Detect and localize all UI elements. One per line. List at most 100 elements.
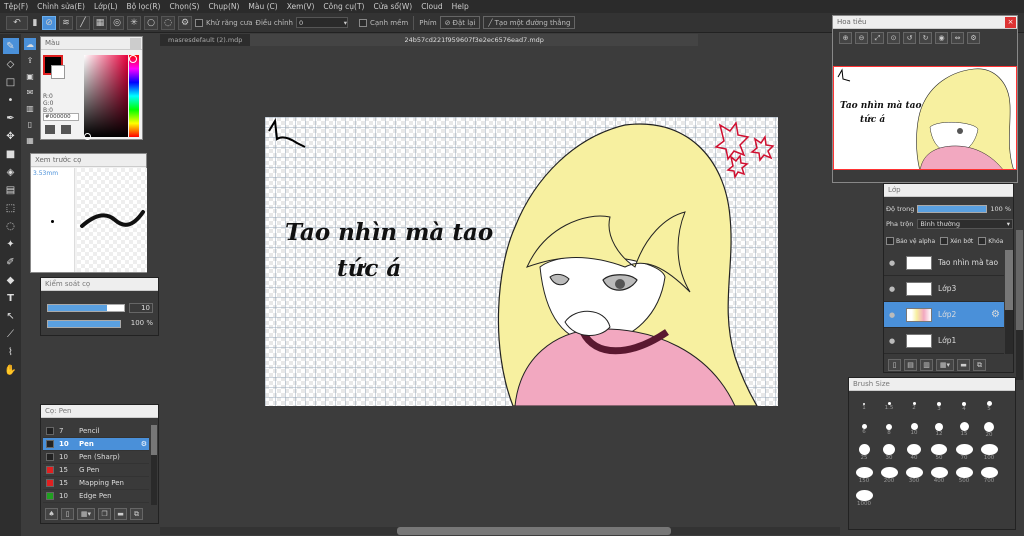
menu-view[interactable]: Xem(V)	[287, 2, 315, 11]
ruler-icon[interactable]: ⟋	[3, 326, 19, 342]
brush-size-option[interactable]: 70	[953, 444, 975, 461]
brush-size-option[interactable]: 150	[853, 467, 875, 484]
brush-size-option[interactable]: 12	[928, 421, 950, 438]
gradient-icon[interactable]: ▤	[3, 182, 19, 198]
pen-list-item[interactable]: 10 Pen ⚙	[43, 438, 149, 451]
document-icon[interactable]: ▯	[24, 118, 36, 130]
canvas-scrollbar-thumb[interactable]	[397, 527, 671, 535]
saturation-value-picker[interactable]	[84, 55, 128, 140]
brush-size-option[interactable]: 700	[978, 467, 1000, 484]
magic-wand-icon[interactable]: ✦	[3, 236, 19, 252]
brush-options-icon[interactable]: ▦▾	[77, 508, 95, 520]
antialias-checkbox[interactable]	[195, 18, 203, 27]
folder-icon[interactable]: ▬	[114, 508, 127, 520]
menu-color[interactable]: Màu (C)	[248, 2, 277, 11]
brush-size-option[interactable]: 1000	[853, 490, 875, 507]
menu-filter[interactable]: Bộ lọc(R)	[127, 2, 161, 11]
chat-icon[interactable]: ✉	[24, 86, 36, 98]
brush-size-option[interactable]: 5	[978, 398, 1000, 415]
fill-rect-icon[interactable]: ■	[3, 146, 19, 162]
new-brush-icon[interactable]: ▯	[61, 508, 74, 520]
menu-tools[interactable]: Công cụ(T)	[323, 2, 364, 11]
menu-select[interactable]: Chọn(S)	[169, 2, 199, 11]
brush-settings-icon[interactable]: ♠	[45, 508, 58, 520]
canvas-text-line1[interactable]: Tao nhìn mà tao	[285, 219, 493, 246]
zoom-out-icon[interactable]: ⊖	[855, 32, 868, 44]
ring-icon[interactable]: ◌	[161, 15, 175, 30]
eyedropper-small-icon[interactable]	[61, 125, 71, 134]
text-icon[interactable]: T	[3, 290, 19, 306]
reset-view-icon[interactable]: ◉	[935, 32, 948, 44]
pen-list-item[interactable]: 15 G Pen	[43, 464, 149, 477]
visibility-icon[interactable]: ●	[884, 285, 900, 293]
brush-size-option[interactable]: 8	[878, 421, 900, 438]
brush-icon[interactable]: ✎	[2, 38, 19, 54]
select-icon[interactable]: ⬚	[3, 200, 19, 216]
brush-size-option[interactable]: 30	[878, 444, 900, 461]
menu-layer[interactable]: Lớp(L)	[94, 2, 118, 11]
brush-opacity-slider[interactable]	[47, 320, 121, 328]
stroke-normal-icon[interactable]: ⊘	[42, 15, 56, 30]
brush-size-option[interactable]: 3	[928, 398, 950, 415]
visibility-icon[interactable]: ●	[884, 311, 900, 319]
visibility-icon[interactable]: ●	[884, 337, 900, 345]
pen-list-item[interactable]: 7 Pencil	[43, 425, 149, 438]
secondary-color-swatch[interactable]	[51, 65, 65, 79]
add-layer-menu-icon[interactable]: ▦▾	[936, 359, 954, 371]
move-icon[interactable]: ✥	[3, 128, 19, 144]
pen-icon[interactable]: ✒	[3, 110, 19, 126]
brush-size-option[interactable]: 15	[953, 421, 975, 438]
fit-icon[interactable]: ⤢	[871, 32, 884, 44]
grid-icon[interactable]: ▦	[93, 15, 107, 30]
layers-icon[interactable]: ▥	[24, 102, 36, 114]
menu-file[interactable]: Tệp(F)	[4, 2, 28, 11]
brush-size-value[interactable]: 10	[129, 303, 153, 313]
menu-capture[interactable]: Chụp(N)	[208, 2, 239, 11]
layer-settings-icon[interactable]: ⚙	[991, 309, 1000, 320]
brush-size-option[interactable]: 40	[903, 444, 925, 461]
clipping-checkbox[interactable]	[940, 237, 949, 245]
copy-icon[interactable]: ⧉	[130, 508, 143, 520]
dot-icon[interactable]: •	[3, 92, 19, 108]
hand-icon[interactable]: ✋	[3, 362, 19, 378]
menu-edit[interactable]: Chỉnh sửa(E)	[37, 2, 85, 11]
drag-handle-icon[interactable]: ▮	[31, 16, 39, 30]
adjust-select[interactable]: 0 ▾	[296, 17, 348, 28]
layer-row[interactable]: ● Tao nhìn mà tao	[884, 250, 1004, 276]
rect-select-icon[interactable]: □	[3, 74, 19, 90]
layer-scrollbar[interactable]	[1005, 250, 1013, 354]
bucket-icon[interactable]: ◈	[3, 164, 19, 180]
layer-scrollbar-thumb[interactable]	[1005, 250, 1013, 310]
layer-folder-icon[interactable]: ▬	[957, 359, 970, 371]
image-icon[interactable]: ▣	[24, 70, 36, 82]
new-8bit-layer-icon[interactable]: ▥	[920, 359, 933, 371]
radial-icon[interactable]: ✳	[127, 15, 141, 30]
right-scrollbar-thumb[interactable]	[1016, 230, 1023, 330]
hex-input[interactable]: #000000	[43, 113, 79, 121]
brush-size-slider[interactable]	[47, 304, 125, 312]
eraser-icon[interactable]: ◇	[3, 56, 19, 72]
panel-close-icon[interactable]	[130, 37, 141, 49]
protect-alpha-checkbox[interactable]	[886, 237, 894, 245]
brush-size-option[interactable]: 100	[978, 444, 1000, 461]
menu-window[interactable]: Cửa sổ(W)	[373, 2, 412, 11]
canvas-horizontal-scrollbar[interactable]	[160, 527, 840, 535]
color-mode-icon[interactable]	[45, 125, 55, 134]
brush-opacity-value[interactable]: 100 %	[125, 319, 153, 327]
menu-cloud[interactable]: Cloud	[421, 2, 442, 11]
hue-slider[interactable]	[129, 55, 139, 137]
circle-icon[interactable]: ○	[144, 15, 158, 30]
layer-row[interactable]: ● Lớp3	[884, 276, 1004, 302]
export-icon[interactable]: ⇪	[24, 54, 36, 66]
zoom-in-icon[interactable]: ⊕	[839, 32, 852, 44]
blend-select[interactable]: Bình thường ▾	[917, 219, 1013, 229]
visibility-icon[interactable]: ●	[884, 259, 900, 267]
actual-size-icon[interactable]: ⊙	[887, 32, 900, 44]
gear-icon[interactable]: ⚙	[141, 440, 147, 448]
pen-list-scrollbar[interactable]	[151, 425, 157, 505]
doc-tab-2[interactable]: 24b57cd221f959607f3e2ec6576ead7.mdp	[251, 34, 698, 46]
canvas-text-line2[interactable]: tức á	[337, 255, 401, 282]
gear-icon[interactable]: ⚙	[178, 15, 192, 30]
brush-size-option[interactable]: 1	[853, 398, 875, 415]
lock-checkbox[interactable]	[978, 237, 987, 245]
